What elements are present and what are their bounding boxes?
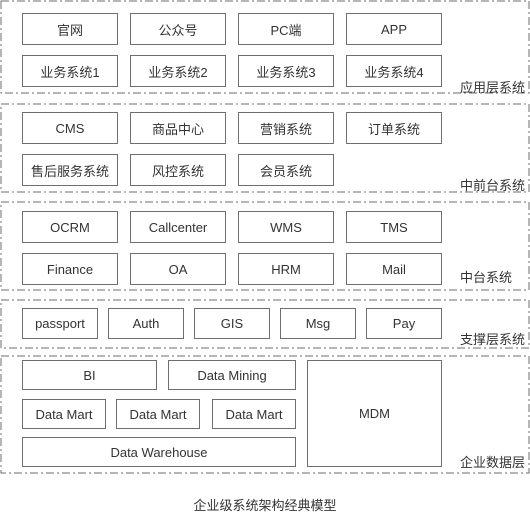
- system-box: CMS: [22, 112, 118, 144]
- layer-label: 应用层系统: [460, 80, 526, 95]
- data-mining-box: Data Mining: [168, 360, 296, 390]
- layer-label: 支撑层系统: [460, 332, 526, 347]
- system-box: Msg: [280, 308, 356, 339]
- system-box: TMS: [346, 211, 442, 243]
- system-box: 业务系统2: [130, 55, 226, 87]
- layer-data: BI Data Mining Data Mart Data Mart Data …: [0, 355, 530, 474]
- system-box: 营销系统: [238, 112, 334, 144]
- system-box: 公众号: [130, 13, 226, 45]
- layer-label: 中台系统: [460, 270, 513, 285]
- system-box: APP: [346, 13, 442, 45]
- system-box: 官网: [22, 13, 118, 45]
- system-box: OCRM: [22, 211, 118, 243]
- system-box: 订单系统: [346, 112, 442, 144]
- layer-application: 官网 公众号 PC端 APP 业务系统1 业务系统2 业务系统3 业务系统4 应…: [0, 0, 530, 95]
- system-box: GIS: [194, 308, 270, 339]
- layer-label: 中前台系统: [460, 178, 526, 193]
- bi-box: BI: [22, 360, 157, 390]
- system-box: Finance: [22, 253, 118, 285]
- system-box: HRM: [238, 253, 334, 285]
- system-box: WMS: [238, 211, 334, 243]
- system-box: 会员系统: [238, 154, 334, 186]
- system-box: 业务系统4: [346, 55, 442, 87]
- data-mart-box: Data Mart: [212, 399, 296, 429]
- layer-support: passport Auth GIS Msg Pay 支撑层系统: [0, 299, 530, 349]
- system-box: Mail: [346, 253, 442, 285]
- system-box: Pay: [366, 308, 442, 339]
- data-mart-box: Data Mart: [116, 399, 200, 429]
- system-box: OA: [130, 253, 226, 285]
- layer-label: 企业数据层: [460, 455, 526, 470]
- diagram-title: 企业级系统架构经典模型: [193, 498, 337, 513]
- system-box: Auth: [108, 308, 184, 339]
- mdm-box: MDM: [307, 360, 442, 467]
- system-box: 风控系统: [130, 154, 226, 186]
- system-box: 售后服务系统: [22, 154, 118, 186]
- system-box: PC端: [238, 13, 334, 45]
- data-warehouse-box: Data Warehouse: [22, 437, 296, 467]
- system-box: passport: [22, 308, 98, 339]
- layer-middle: OCRM Callcenter WMS TMS Finance OA HRM M…: [0, 201, 530, 291]
- data-mart-box: Data Mart: [22, 399, 106, 429]
- layer-front-middle: CMS 商品中心 营销系统 订单系统 售后服务系统 风控系统 会员系统 中前台系…: [0, 103, 530, 193]
- system-box: 业务系统3: [238, 55, 334, 87]
- system-box: 业务系统1: [22, 55, 118, 87]
- system-box: 商品中心: [130, 112, 226, 144]
- system-box: Callcenter: [130, 211, 226, 243]
